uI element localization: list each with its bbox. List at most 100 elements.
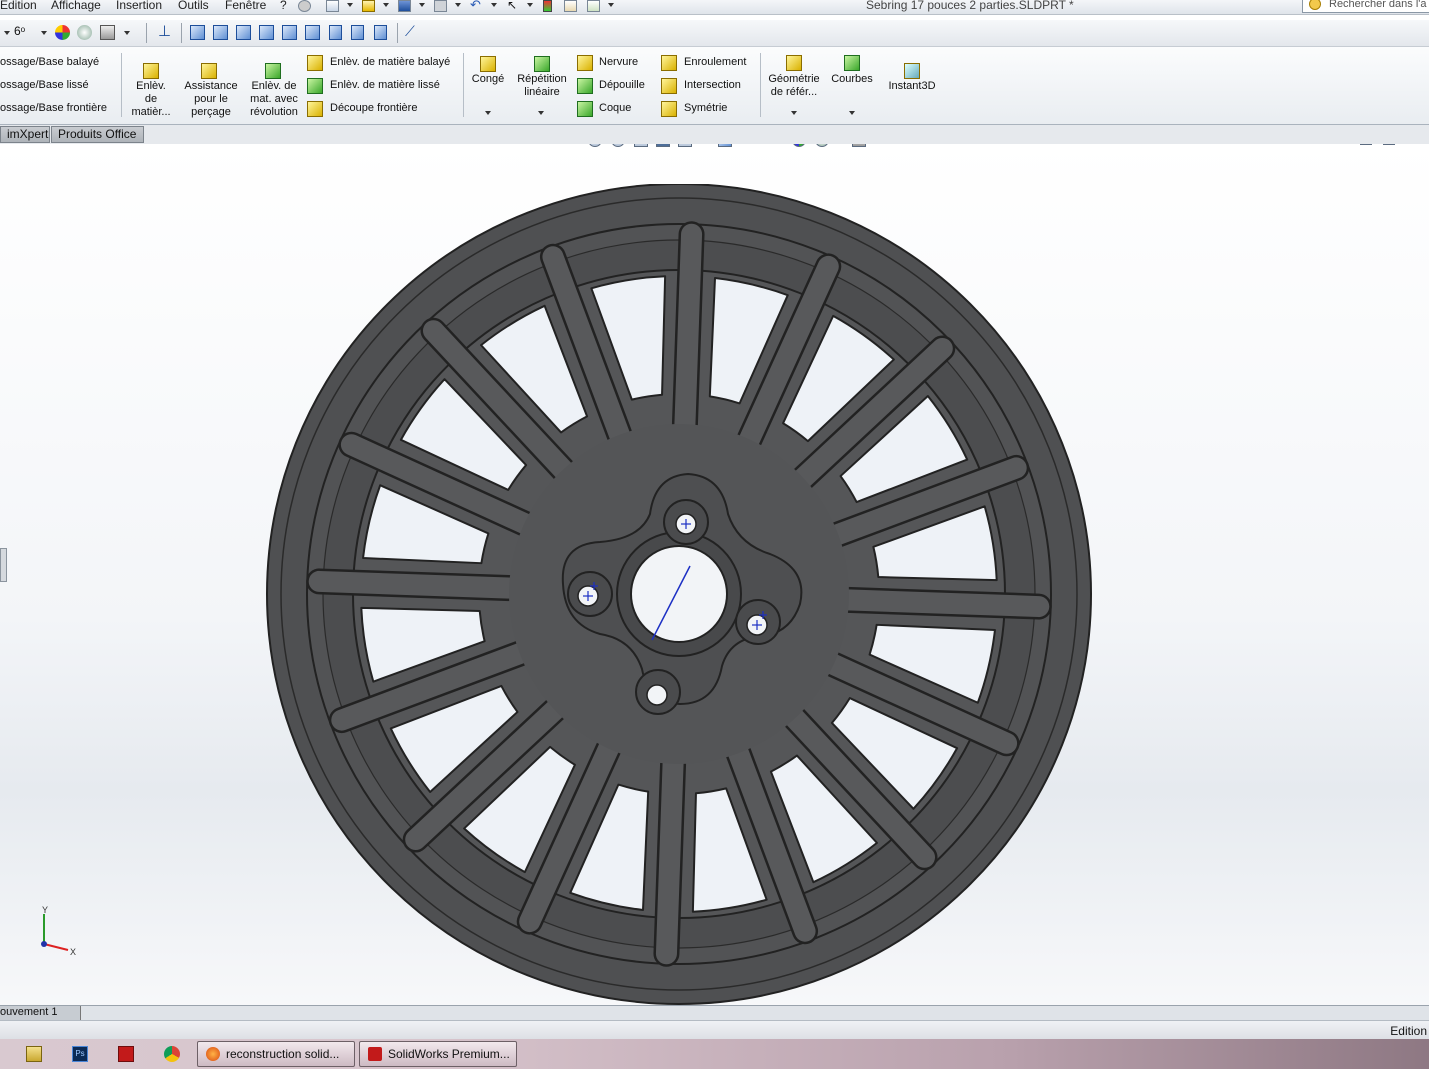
chevron-down-icon[interactable] — [419, 3, 425, 7]
menu-insertion[interactable]: Insertion — [116, 0, 162, 12]
tab-motion-study[interactable]: ouvement 1 — [0, 1006, 81, 1020]
swept-cut-button[interactable]: Enlèv. de matière balayé — [330, 56, 450, 68]
undo-icon[interactable]: ↶ — [470, 0, 483, 12]
view-orientation-icon[interactable] — [678, 144, 692, 147]
zoom-to-fit-icon[interactable] — [588, 144, 602, 147]
taskbar-window-firefox[interactable]: reconstruction solid... — [197, 1041, 355, 1067]
apply-scene-icon[interactable] — [815, 144, 829, 147]
pin-icon[interactable] — [298, 0, 311, 12]
wheel-model[interactable] — [260, 184, 1100, 1006]
solidworks-icon[interactable] — [118, 1046, 134, 1062]
linear-pattern-button[interactable]: Répétition linéaire — [512, 73, 572, 99]
curves-button[interactable]: Courbes — [827, 73, 877, 86]
chevron-down-icon[interactable] — [849, 111, 855, 115]
chevron-down-icon[interactable] — [455, 3, 461, 7]
shell-button[interactable]: Coque — [599, 102, 631, 114]
split-vertical-icon[interactable] — [1383, 144, 1395, 145]
chrome-icon[interactable] — [164, 1046, 180, 1062]
status-mode: Edition — [1390, 1024, 1427, 1038]
fillet-button[interactable]: Congé — [468, 73, 508, 86]
draft-button[interactable]: Dépouille — [599, 79, 645, 91]
file-explorer-icon[interactable] — [26, 1046, 42, 1062]
split-horizontal-icon[interactable] — [1360, 144, 1372, 145]
save-icon[interactable] — [398, 0, 411, 12]
appearance-icon[interactable] — [55, 25, 70, 40]
front-view-icon[interactable] — [190, 25, 205, 40]
right-view-icon[interactable] — [259, 25, 274, 40]
instant3d-button[interactable]: Instant3D — [882, 80, 942, 93]
ribbon-separator — [463, 53, 464, 117]
chevron-down-icon[interactable] — [347, 3, 353, 7]
reference-geometry-icon — [786, 55, 802, 71]
lofted-cut-button[interactable]: Enlèv. de matière lissé — [330, 79, 440, 91]
graphics-viewport[interactable]: 6ᵒ — [0, 144, 1429, 1006]
bottom-view-icon[interactable] — [305, 25, 320, 40]
chevron-down-icon[interactable] — [124, 31, 130, 35]
tab-produits-office[interactable]: Produits Office — [51, 126, 144, 143]
chevron-down-icon[interactable] — [4, 31, 10, 35]
chevron-down-icon[interactable] — [383, 3, 389, 7]
left-view-icon[interactable] — [236, 25, 251, 40]
display-style-icon[interactable] — [718, 144, 732, 147]
rebuild-icon[interactable] — [543, 0, 552, 12]
hole-wizard-icon — [201, 63, 217, 79]
edit-appearance-icon[interactable] — [792, 144, 806, 147]
boundary-cut-icon — [307, 101, 323, 117]
trimetric-view-icon[interactable] — [351, 25, 364, 40]
zoom-area-icon[interactable] — [611, 144, 625, 147]
hide-show-icon[interactable]: 6ᵒ — [14, 25, 34, 40]
extruded-cut-button[interactable]: Enlèv. de matièr... — [128, 80, 174, 119]
menu-bar: Edition Affichage Insertion Outils Fenêt… — [0, 0, 1429, 15]
display-settings-icon[interactable] — [100, 25, 115, 40]
panel-collapse-handle[interactable] — [0, 548, 7, 582]
wrap-button[interactable]: Enroulement — [684, 56, 746, 68]
intersect-button[interactable]: Intersection — [684, 79, 741, 91]
revolved-cut-button[interactable]: Enlèv. de mat. avec révolution — [244, 80, 304, 119]
measure-icon[interactable]: ⟋ — [405, 24, 420, 40]
chevron-down-icon[interactable] — [791, 111, 797, 115]
hole-wizard-button[interactable]: Assistance pour le perçage — [180, 80, 242, 119]
back-view-icon[interactable] — [213, 25, 228, 40]
chevron-down-icon[interactable] — [485, 111, 491, 115]
boundary-cut-button[interactable]: Découpe frontière — [330, 102, 417, 114]
reference-geometry-button[interactable]: Géométrie de référ... — [764, 73, 824, 99]
dimetric-view-icon[interactable] — [374, 25, 387, 40]
menu-affichage[interactable]: Affichage — [51, 0, 101, 12]
taskbar-window-solidworks[interactable]: SolidWorks Premium... — [359, 1041, 517, 1067]
file-properties-icon[interactable] — [564, 0, 577, 12]
chevron-down-icon[interactable] — [527, 3, 533, 7]
menu-help[interactable]: ? — [280, 0, 287, 12]
center-bore — [630, 545, 728, 643]
ribbon-separator — [760, 53, 761, 117]
new-document-icon[interactable] — [326, 0, 339, 12]
view-settings-icon[interactable] — [852, 144, 866, 147]
menu-fenetre[interactable]: Fenêtre — [225, 0, 266, 12]
options-icon[interactable] — [587, 0, 600, 12]
isometric-view-icon[interactable] — [329, 25, 342, 40]
search-input[interactable]: Rechercher dans l'a — [1302, 0, 1429, 13]
section-view-icon[interactable] — [656, 144, 670, 147]
hide-show-items-icon[interactable]: 6ᵒ — [755, 144, 769, 147]
photoshop-icon[interactable]: Ps — [72, 1046, 88, 1062]
print-icon[interactable] — [434, 0, 447, 12]
chevron-down-icon[interactable] — [41, 31, 47, 35]
tab-simxpert[interactable]: imXpert — [0, 126, 50, 143]
wheel-spoke — [308, 570, 525, 599]
model-tabs-bar: ouvement 1 — [0, 1005, 1429, 1021]
rib-button[interactable]: Nervure — [599, 56, 638, 68]
select-cursor-icon[interactable]: ↖ — [507, 0, 520, 12]
scene-icon[interactable] — [77, 25, 92, 40]
top-view-icon[interactable] — [282, 25, 297, 40]
normal-to-icon[interactable]: ⊥ — [158, 24, 173, 40]
chevron-down-icon[interactable] — [608, 3, 614, 7]
mirror-button[interactable]: Symétrie — [684, 102, 727, 114]
menu-edition[interactable]: Edition — [0, 0, 37, 12]
open-folder-icon[interactable] — [362, 0, 375, 12]
menu-outils[interactable]: Outils — [178, 0, 209, 12]
boss-loft-button[interactable]: ossage/Base lissé — [0, 79, 89, 91]
boss-boundary-button[interactable]: ossage/Base frontière — [0, 102, 107, 114]
chevron-down-icon[interactable] — [538, 111, 544, 115]
previous-view-icon[interactable] — [634, 144, 648, 147]
chevron-down-icon[interactable] — [491, 3, 497, 7]
boss-sweep-button[interactable]: ossage/Base balayé — [0, 56, 99, 68]
